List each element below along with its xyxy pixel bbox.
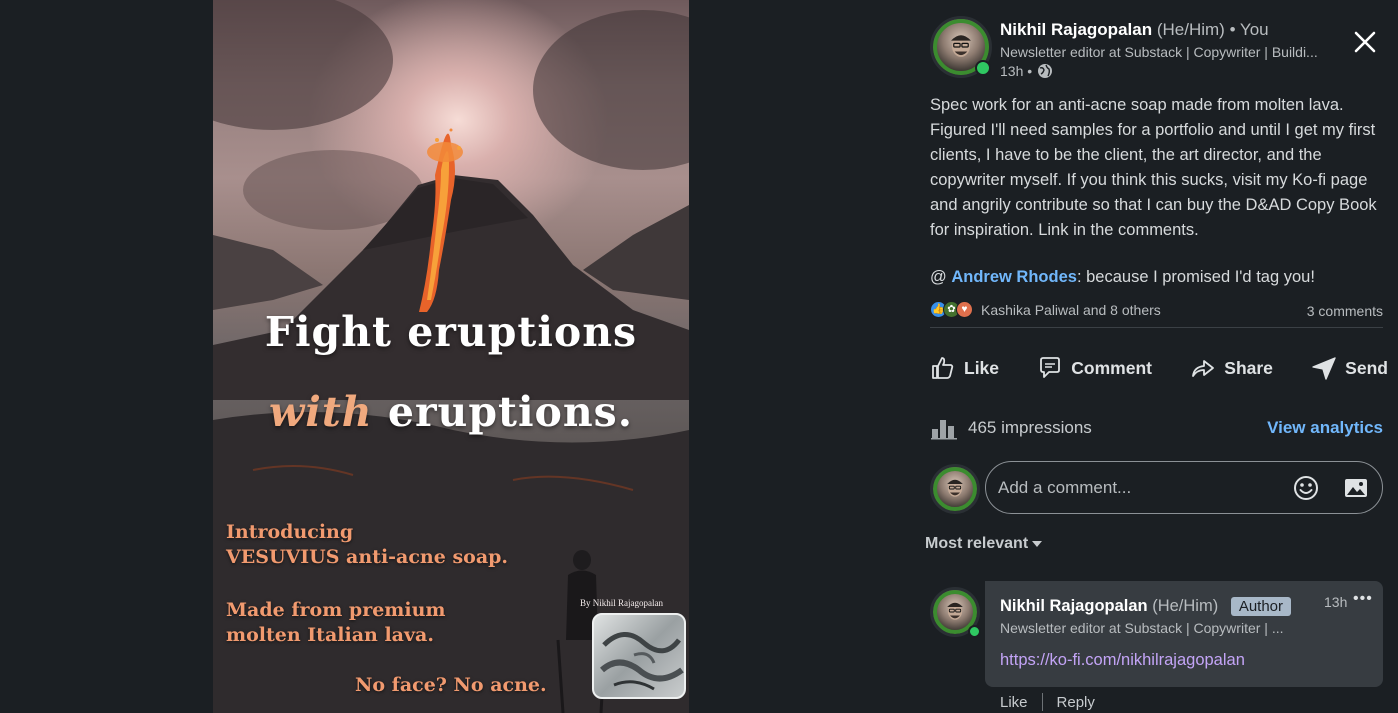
comment-author-headline: Newsletter editor at Substack | Copywrit… (1000, 620, 1284, 636)
chevron-down-icon (1032, 541, 1043, 547)
poster-intro-copy: Introducing VESUVIUS anti-acne soap. (226, 520, 508, 570)
online-status-dot (975, 60, 991, 76)
bar-chart-icon (931, 420, 957, 440)
comment-link[interactable]: https://ko-fi.com/nikhilrajagopalan (1000, 651, 1245, 670)
post-mention-line: @ Andrew Rhodes: because I promised I'd … (930, 268, 1315, 287)
share-button[interactable]: Share (1190, 350, 1273, 386)
poster-headline-line2: with eruptions. (213, 388, 689, 436)
post-author-relation: • You (1229, 20, 1269, 39)
post-author-headline: Newsletter editor at Substack | Copywrit… (1000, 44, 1318, 60)
online-status-dot (968, 625, 981, 638)
reactions-text[interactable]: Kashika Paliwal and 8 others (981, 302, 1161, 318)
close-icon[interactable] (1350, 27, 1380, 57)
post-author-name-text[interactable]: Nikhil Rajagopalan (1000, 20, 1152, 39)
comment-author[interactable]: Nikhil Rajagopalan (He/Him) Author (1000, 597, 1292, 616)
post-image[interactable]: Fight eruptions with eruptions. Introduc… (213, 0, 689, 713)
impressions-stat: 465 impressions (930, 416, 1092, 440)
divider (930, 327, 1383, 328)
poster-benefit-line1: Made from premium (226, 599, 446, 621)
share-label: Share (1224, 357, 1273, 378)
send-button[interactable]: Send (1311, 350, 1388, 386)
comment-label: Comment (1071, 357, 1152, 378)
comment-sort-dropdown[interactable]: Most relevant (925, 535, 1043, 553)
poster-tagline: No face? No acne. (355, 674, 547, 696)
post-author-pronouns: (He/Him) (1156, 20, 1225, 39)
comment-like-button[interactable]: Like (1000, 694, 1028, 711)
poster-byline: By Nikhil Rajagopalan (580, 598, 663, 608)
mention-suffix: : because I promised I'd tag you! (1076, 268, 1315, 286)
poster-benefit-line2: molten Italian lava. (226, 624, 434, 646)
author-badge: Author (1230, 597, 1292, 616)
like-button[interactable]: Like (930, 350, 999, 386)
profile-photo (947, 479, 963, 497)
divider (1041, 693, 1043, 711)
poster-headline-line1: Fight eruptions (264, 308, 638, 356)
comment-actions: Like Reply (1000, 693, 1095, 711)
comment-icon (1040, 357, 1061, 378)
impressions-text: 465 impressions (968, 418, 1092, 437)
emoji-icon[interactable] (1292, 474, 1320, 502)
poster-intro-line1: Introducing (226, 521, 354, 543)
send-icon (1312, 357, 1336, 380)
post-actions-bar: Like Comment Share Send (930, 350, 1388, 386)
post-detail-panel: Nikhil Rajagopalan (He/Him) • You Newsle… (913, 0, 1398, 713)
comment-reply-button[interactable]: Reply (1057, 694, 1095, 711)
poster-benefit-copy: Made from premium molten Italian lava. (226, 598, 446, 648)
poster-intro-line2: VESUVIUS anti-acne soap. (226, 546, 509, 568)
image-icon[interactable] (1342, 474, 1370, 502)
love-reaction-icon: ♥ (956, 301, 973, 318)
post-author-name[interactable]: Nikhil Rajagopalan (He/Him) • You (1000, 20, 1269, 40)
like-icon (932, 357, 954, 379)
like-label: Like (964, 357, 1000, 378)
comment-author-pronouns: (He/Him) (1152, 597, 1219, 615)
mention-link[interactable]: Andrew Rhodes (951, 268, 1077, 286)
globe-icon (1038, 64, 1053, 78)
comments-count[interactable]: 3 comments (1307, 303, 1383, 319)
poster-headline-line2-rest: eruptions. (372, 388, 634, 436)
comment-input[interactable] (998, 477, 1278, 498)
sort-label: Most relevant (925, 535, 1029, 552)
share-icon (1192, 360, 1215, 377)
post-time-text: 13h • (1000, 63, 1033, 79)
comment-composer[interactable] (985, 461, 1383, 514)
view-analytics-link[interactable]: View analytics (1267, 418, 1383, 438)
comment-card: Nikhil Rajagopalan (He/Him) Author 13h •… (985, 581, 1383, 687)
reactions-summary[interactable]: 👍 ✿ ♥ Kashika Paliwal and 8 others (930, 301, 1161, 318)
soap-product-image (592, 613, 686, 699)
reaction-icons: 👍 ✿ ♥ (930, 301, 973, 318)
more-options-icon[interactable]: ••• (1353, 590, 1373, 608)
send-label: Send (1345, 357, 1388, 378)
comment-time: 13h (1324, 594, 1348, 610)
comment-button[interactable]: Comment (1037, 350, 1152, 386)
comment-author-name[interactable]: Nikhil Rajagopalan (1000, 597, 1148, 615)
post-timestamp: 13h • (1000, 63, 1053, 79)
post-body-text: Spec work for an anti-acne soap made fro… (930, 96, 1377, 239)
poster-headline-accent: with (268, 388, 373, 436)
current-user-avatar[interactable] (930, 464, 980, 514)
mention-prefix: @ (930, 268, 952, 286)
